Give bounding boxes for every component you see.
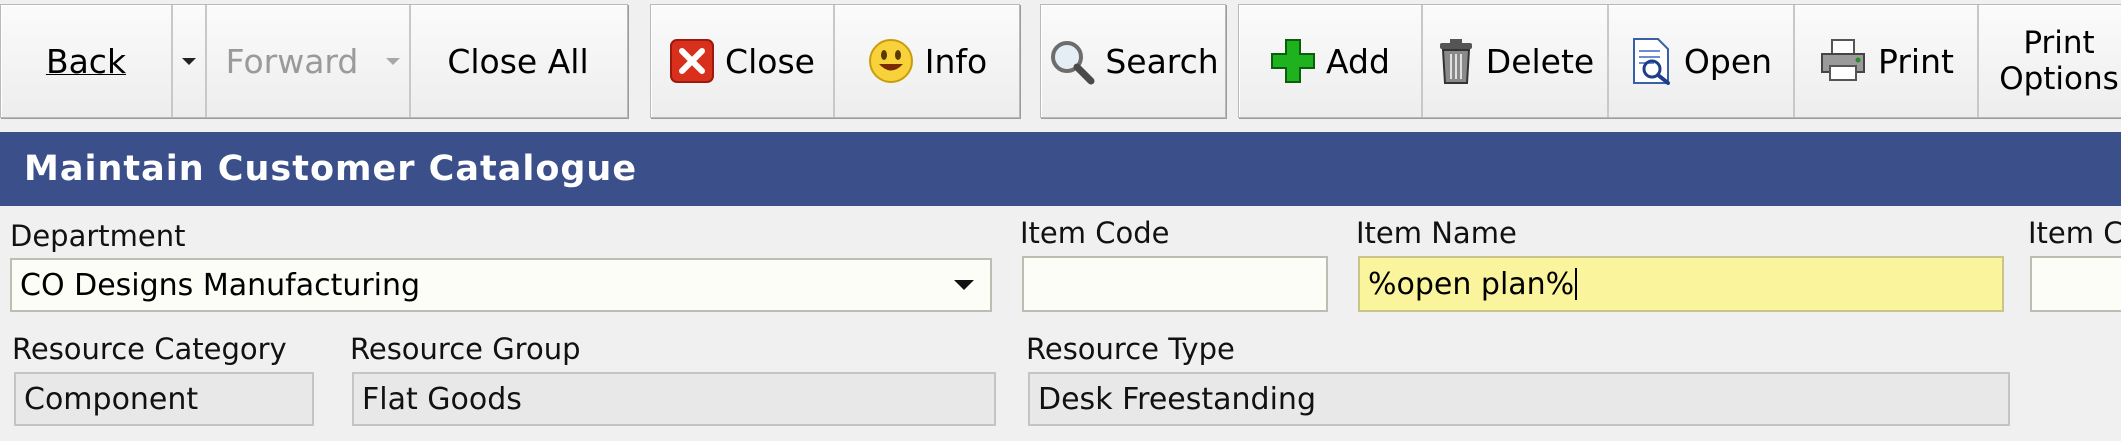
search-group: Search (1040, 4, 1226, 118)
green-plus-icon (1270, 38, 1316, 84)
trash-icon (1436, 37, 1476, 85)
resource-group-value: Flat Goods (362, 381, 522, 417)
chevron-down-icon (182, 57, 196, 65)
item-name-label: Item Name (1356, 216, 1517, 250)
forward-dropdown-arrow[interactable] (377, 5, 411, 117)
window-group: Close Info (650, 4, 1020, 118)
chevron-down-icon[interactable] (954, 280, 974, 290)
navigation-group: Back Forward Close All (0, 4, 628, 118)
print-options-line1: Print (2023, 25, 2095, 61)
forward-button[interactable]: Forward (207, 5, 377, 117)
department-select[interactable]: CO Designs Manufacturing (10, 258, 992, 312)
chevron-down-icon (386, 57, 400, 65)
toolbar: Back Forward Close All Close Info Search… (0, 0, 2121, 128)
info-label: Info (924, 41, 988, 81)
page-title: Maintain Customer Catalogue (24, 149, 638, 189)
close-all-label: Close All (447, 41, 589, 81)
print-label: Print (1878, 41, 1954, 81)
smiley-icon (867, 37, 915, 85)
resource-category-label: Resource Category (12, 332, 287, 366)
page-title-bar: Maintain Customer Catalogue (0, 132, 2121, 206)
item-name-value: %open plan% (1368, 266, 1575, 302)
item-class-input[interactable] (2030, 256, 2121, 312)
back-dropdown-arrow[interactable] (173, 5, 207, 117)
resource-type-field: Desk Freestanding (1028, 372, 2010, 426)
add-label: Add (1326, 41, 1390, 81)
print-options-button[interactable]: Print Options (1979, 5, 2121, 117)
close-all-button[interactable]: Close All (411, 5, 625, 117)
open-document-icon (1630, 37, 1674, 85)
back-label: Back (45, 41, 127, 81)
resource-group-field: Flat Goods (352, 372, 996, 426)
resource-group-label: Resource Group (350, 332, 581, 366)
forward-label: Forward (225, 41, 359, 81)
delete-button[interactable]: Delete (1423, 5, 1609, 117)
item-code-input[interactable] (1022, 256, 1328, 312)
close-icon (669, 38, 715, 84)
item-class-label: Item Cl (2028, 216, 2121, 250)
close-label: Close (725, 41, 815, 81)
resource-type-label: Resource Type (1026, 332, 1235, 366)
delete-label: Delete (1485, 41, 1595, 81)
open-label: Open (1683, 41, 1773, 81)
open-button[interactable]: Open (1609, 5, 1795, 117)
department-value: CO Designs Manufacturing (20, 267, 421, 303)
add-button[interactable]: Add (1239, 5, 1423, 117)
search-button[interactable]: Search (1041, 5, 1225, 117)
record-group: Add Delete Open Print Print Options (1238, 4, 2121, 118)
resource-category-value: Component (24, 381, 199, 417)
search-label: Search (1105, 41, 1219, 81)
department-label: Department (10, 219, 186, 253)
item-code-label: Item Code (1020, 216, 1170, 250)
magnifier-icon (1047, 37, 1095, 85)
resource-category-field: Component (14, 372, 314, 426)
info-button[interactable]: Info (835, 5, 1019, 117)
print-options-line2: Options (1999, 61, 2119, 97)
print-options-label: Print Options (1999, 25, 2119, 97)
printer-icon (1818, 38, 1868, 84)
resource-type-value: Desk Freestanding (1038, 381, 1316, 417)
back-button[interactable]: Back (1, 5, 173, 117)
close-button[interactable]: Close (651, 5, 835, 117)
item-name-input[interactable]: %open plan% (1358, 256, 2004, 312)
text-caret (1575, 268, 1578, 300)
print-button[interactable]: Print (1795, 5, 1979, 117)
